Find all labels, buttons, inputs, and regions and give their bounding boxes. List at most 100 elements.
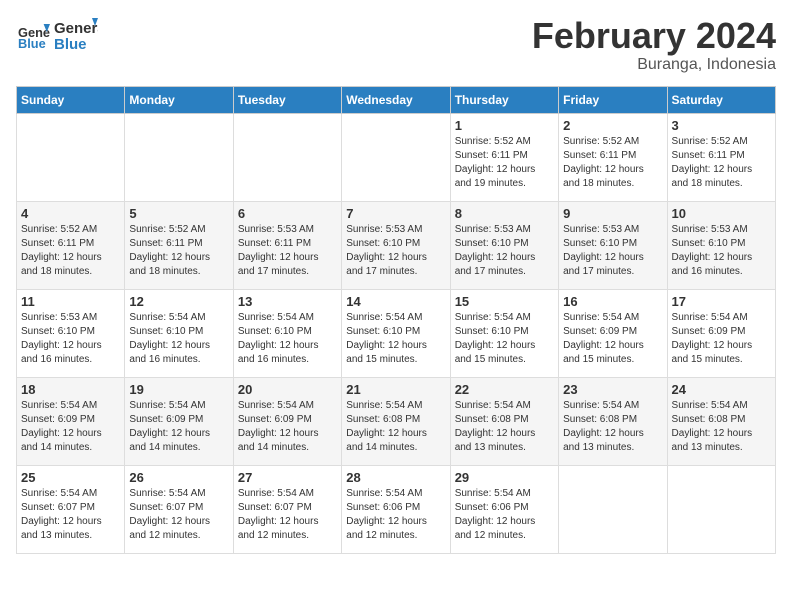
svg-text:General: General: [54, 20, 98, 37]
day-number: 14: [346, 294, 445, 309]
table-row: 19 Sunrise: 5:54 AM Sunset: 6:09 PM Dayli…: [125, 377, 233, 465]
day-info: Sunrise: 5:54 AM Sunset: 6:09 PM Dayligh…: [238, 399, 337, 455]
calendar-subtitle: Buranga, Indonesia: [532, 56, 776, 74]
table-row: 25Sunrise: 5:54 AM Sunset: 6:07 PM Dayli…: [17, 465, 125, 553]
table-row: 24Sunrise: 5:54 AM Sunset: 6:08 PM Dayli…: [667, 377, 775, 465]
table-row: 1 Sunrise: 5:52 AM Sunset: 6:11 PM Daylig…: [450, 113, 558, 201]
day-info: Sunrise: 5:54 AM Sunset: 6:08 PM Dayligh…: [455, 399, 554, 455]
day-number: 1: [455, 118, 554, 133]
col-wednesday: Wednesday: [342, 86, 450, 113]
table-row: 8Sunrise: 5:53 AM Sunset: 6:10 PM Daylig…: [450, 201, 558, 289]
day-info: Sunrise: 5:52 AM Sunset: 6:11 PM Dayligh…: [672, 135, 771, 191]
logo-icon: General Blue: [18, 22, 50, 50]
table-row: [667, 465, 775, 553]
day-number: 15: [455, 294, 554, 309]
day-number: 11: [21, 294, 120, 309]
col-sunday: Sunday: [17, 86, 125, 113]
day-info: Sunrise: 5:53 AM Sunset: 6:10 PM Dayligh…: [21, 311, 120, 367]
calendar-week-row: 4 Sunrise: 5:52 AM Sunset: 6:11 PM Daylig…: [17, 201, 776, 289]
table-row: 26 Sunrise: 5:54 AM Sunset: 6:07 PM Dayli…: [125, 465, 233, 553]
table-row: 17 Sunrise: 5:54 AM Sunset: 6:09 PM Dayli…: [667, 289, 775, 377]
table-row: 29 Sunrise: 5:54 AM Sunset: 6:06 PM Dayli…: [450, 465, 558, 553]
table-row: 10 Sunrise: 5:53 AM Sunset: 6:10 PM Dayli…: [667, 201, 775, 289]
day-info: Sunrise: 5:54 AM Sunset: 6:06 PM Dayligh…: [455, 487, 554, 543]
day-number: 18: [21, 382, 120, 397]
day-info: Sunrise: 5:53 AM Sunset: 6:10 PM Dayligh…: [672, 223, 771, 279]
day-info: Sunrise: 5:54 AM Sunset: 6:10 PM Dayligh…: [455, 311, 554, 367]
table-row: 7 Sunrise: 5:53 AM Sunset: 6:10 PM Daylig…: [342, 201, 450, 289]
col-friday: Friday: [559, 86, 667, 113]
day-info: Sunrise: 5:54 AM Sunset: 6:06 PM Dayligh…: [346, 487, 445, 543]
col-tuesday: Tuesday: [233, 86, 341, 113]
day-info: Sunrise: 5:54 AM Sunset: 6:09 PM Dayligh…: [672, 311, 771, 367]
day-info: Sunrise: 5:52 AM Sunset: 6:11 PM Dayligh…: [129, 223, 228, 279]
calendar-table: Sunday Monday Tuesday Wednesday Thursday…: [16, 86, 776, 554]
day-number: 3: [672, 118, 771, 133]
day-info: Sunrise: 5:54 AM Sunset: 6:09 PM Dayligh…: [129, 399, 228, 455]
day-number: 19: [129, 382, 228, 397]
table-row: 15 Sunrise: 5:54 AM Sunset: 6:10 PM Dayli…: [450, 289, 558, 377]
table-row: 14 Sunrise: 5:54 AM Sunset: 6:10 PM Dayli…: [342, 289, 450, 377]
day-info: Sunrise: 5:54 AM Sunset: 6:10 PM Dayligh…: [346, 311, 445, 367]
col-thursday: Thursday: [450, 86, 558, 113]
table-row: 22 Sunrise: 5:54 AM Sunset: 6:08 PM Dayli…: [450, 377, 558, 465]
table-row: 4 Sunrise: 5:52 AM Sunset: 6:11 PM Daylig…: [17, 201, 125, 289]
day-number: 10: [672, 206, 771, 221]
calendar-week-row: 25Sunrise: 5:54 AM Sunset: 6:07 PM Dayli…: [17, 465, 776, 553]
table-row: 18 Sunrise: 5:54 AM Sunset: 6:09 PM Dayli…: [17, 377, 125, 465]
table-row: [559, 465, 667, 553]
table-row: 12Sunrise: 5:54 AM Sunset: 6:10 PM Dayli…: [125, 289, 233, 377]
table-row: 13 Sunrise: 5:54 AM Sunset: 6:10 PM Dayli…: [233, 289, 341, 377]
day-number: 5: [129, 206, 228, 221]
day-number: 4: [21, 206, 120, 221]
day-info: Sunrise: 5:54 AM Sunset: 6:07 PM Dayligh…: [129, 487, 228, 543]
table-row: 16 Sunrise: 5:54 AM Sunset: 6:09 PM Dayli…: [559, 289, 667, 377]
table-row: 28 Sunrise: 5:54 AM Sunset: 6:06 PM Dayli…: [342, 465, 450, 553]
title-section: February 2024 Buranga, Indonesia: [532, 16, 776, 74]
table-row: 11 Sunrise: 5:53 AM Sunset: 6:10 PM Dayli…: [17, 289, 125, 377]
table-row: [342, 113, 450, 201]
day-number: 22: [455, 382, 554, 397]
day-info: Sunrise: 5:52 AM Sunset: 6:11 PM Dayligh…: [563, 135, 662, 191]
table-row: 21Sunrise: 5:54 AM Sunset: 6:08 PM Dayli…: [342, 377, 450, 465]
col-saturday: Saturday: [667, 86, 775, 113]
day-number: 29: [455, 470, 554, 485]
day-number: 13: [238, 294, 337, 309]
table-row: [233, 113, 341, 201]
day-info: Sunrise: 5:52 AM Sunset: 6:11 PM Dayligh…: [455, 135, 554, 191]
day-number: 9: [563, 206, 662, 221]
table-row: 23Sunrise: 5:54 AM Sunset: 6:08 PM Dayli…: [559, 377, 667, 465]
calendar-week-row: 18 Sunrise: 5:54 AM Sunset: 6:09 PM Dayli…: [17, 377, 776, 465]
day-info: Sunrise: 5:54 AM Sunset: 6:09 PM Dayligh…: [563, 311, 662, 367]
table-row: 6 Sunrise: 5:53 AM Sunset: 6:11 PM Daylig…: [233, 201, 341, 289]
calendar-week-row: 11 Sunrise: 5:53 AM Sunset: 6:10 PM Dayli…: [17, 289, 776, 377]
day-number: 16: [563, 294, 662, 309]
day-info: Sunrise: 5:54 AM Sunset: 6:10 PM Dayligh…: [238, 311, 337, 367]
day-info: Sunrise: 5:54 AM Sunset: 6:09 PM Dayligh…: [21, 399, 120, 455]
day-info: Sunrise: 5:54 AM Sunset: 6:07 PM Dayligh…: [238, 487, 337, 543]
day-number: 27: [238, 470, 337, 485]
calendar-week-row: 1 Sunrise: 5:52 AM Sunset: 6:11 PM Daylig…: [17, 113, 776, 201]
day-info: Sunrise: 5:52 AM Sunset: 6:11 PM Dayligh…: [21, 223, 120, 279]
logo: General Blue General Blue: [16, 16, 98, 56]
table-row: 3 Sunrise: 5:52 AM Sunset: 6:11 PM Daylig…: [667, 113, 775, 201]
day-number: 20: [238, 382, 337, 397]
day-number: 26: [129, 470, 228, 485]
day-info: Sunrise: 5:54 AM Sunset: 6:10 PM Dayligh…: [129, 311, 228, 367]
day-info: Sunrise: 5:53 AM Sunset: 6:10 PM Dayligh…: [346, 223, 445, 279]
day-number: 28: [346, 470, 445, 485]
day-info: Sunrise: 5:53 AM Sunset: 6:11 PM Dayligh…: [238, 223, 337, 279]
day-info: Sunrise: 5:53 AM Sunset: 6:10 PM Dayligh…: [563, 223, 662, 279]
day-number: 17: [672, 294, 771, 309]
day-info: Sunrise: 5:54 AM Sunset: 6:07 PM Dayligh…: [21, 487, 120, 543]
day-number: 6: [238, 206, 337, 221]
calendar-header-row: Sunday Monday Tuesday Wednesday Thursday…: [17, 86, 776, 113]
table-row: 2 Sunrise: 5:52 AM Sunset: 6:11 PM Daylig…: [559, 113, 667, 201]
day-info: Sunrise: 5:54 AM Sunset: 6:08 PM Dayligh…: [672, 399, 771, 455]
table-row: 20 Sunrise: 5:54 AM Sunset: 6:09 PM Dayli…: [233, 377, 341, 465]
day-number: 2: [563, 118, 662, 133]
day-number: 7: [346, 206, 445, 221]
day-number: 8: [455, 206, 554, 221]
svg-text:Blue: Blue: [54, 36, 87, 53]
day-number: 23: [563, 382, 662, 397]
